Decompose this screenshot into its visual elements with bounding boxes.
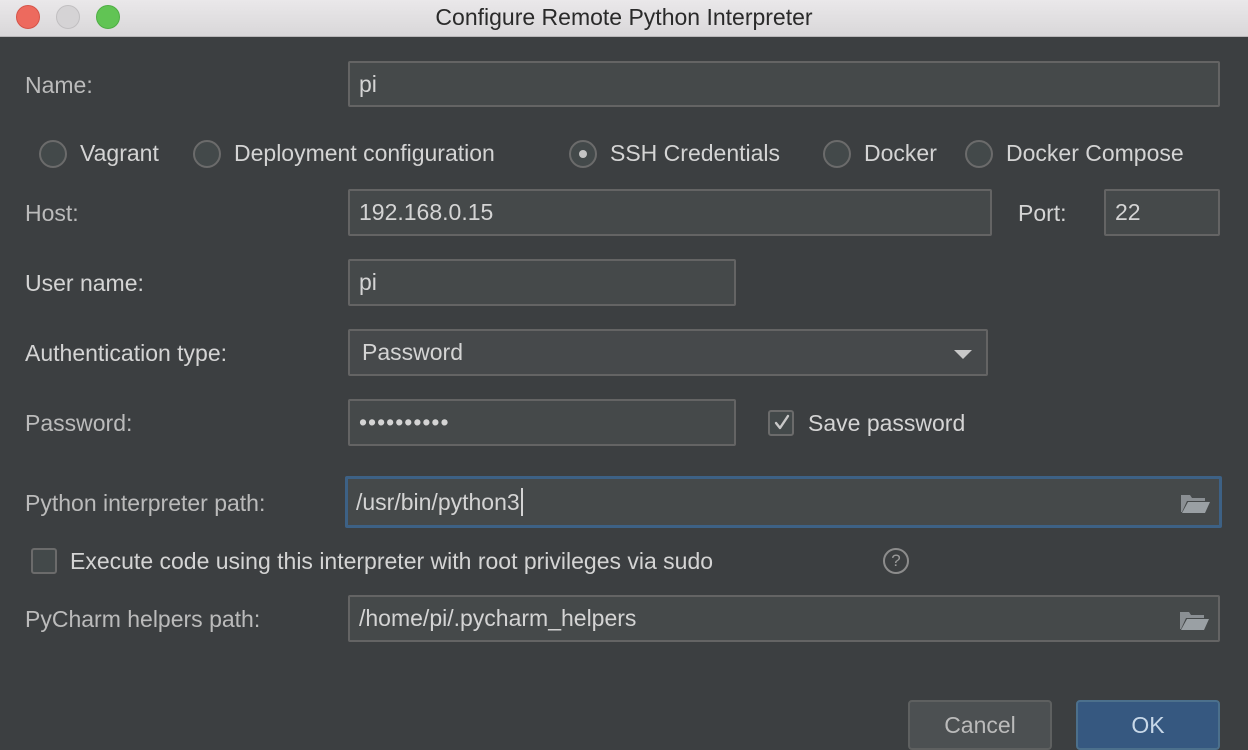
host-value: 192.168.0.15 xyxy=(359,199,494,225)
auth-type-select[interactable]: Password xyxy=(348,329,988,376)
name-input[interactable]: pi xyxy=(348,61,1220,107)
radio-deployment-configuration-label[interactable]: Deployment configuration xyxy=(234,140,495,167)
radio-vagrant[interactable] xyxy=(39,140,67,168)
port-input[interactable]: 22 xyxy=(1104,189,1220,236)
interpreter-path-value: /usr/bin/python3 xyxy=(356,488,520,515)
password-label: Password: xyxy=(25,410,133,436)
chevron-down-icon xyxy=(954,350,972,359)
radio-ssh-credentials[interactable] xyxy=(569,140,597,168)
port-value: 22 xyxy=(1115,199,1141,225)
sudo-checkbox[interactable] xyxy=(31,548,57,574)
text-caret xyxy=(520,488,523,516)
host-label: Host: xyxy=(25,200,79,226)
name-value: pi xyxy=(359,70,377,97)
window-title: Configure Remote Python Interpreter xyxy=(435,4,813,30)
radio-vagrant-label[interactable]: Vagrant xyxy=(80,140,159,167)
radio-deployment-configuration[interactable] xyxy=(193,140,221,168)
interpreter-path-input[interactable]: /usr/bin/python3 xyxy=(345,476,1222,528)
title-bar: Configure Remote Python Interpreter xyxy=(0,0,1248,37)
cancel-button[interactable]: Cancel xyxy=(908,700,1052,750)
radio-selected-dot xyxy=(579,150,587,158)
radio-docker-compose-label[interactable]: Docker Compose xyxy=(1006,140,1184,167)
auth-type-value: Password xyxy=(362,339,463,365)
interpreter-path-label: Python interpreter path: xyxy=(25,490,266,516)
auth-type-label: Authentication type: xyxy=(25,340,228,366)
helpers-path-label: PyCharm helpers path: xyxy=(25,606,261,632)
save-password-label[interactable]: Save password xyxy=(808,410,965,437)
dialog-window: Configure Remote Python Interpreter Name… xyxy=(0,0,1248,750)
sudo-label[interactable]: Execute code using this interpreter with… xyxy=(70,548,713,575)
password-value: •••••••••• xyxy=(359,409,450,435)
ok-button[interactable]: OK xyxy=(1076,700,1220,750)
port-label: Port: xyxy=(1018,200,1067,226)
radio-docker-compose[interactable] xyxy=(965,140,993,168)
user-name-input[interactable]: pi xyxy=(348,259,736,306)
folder-open-icon[interactable] xyxy=(1178,608,1210,632)
folder-open-icon[interactable] xyxy=(1179,491,1211,515)
host-input[interactable]: 192.168.0.15 xyxy=(348,189,992,236)
radio-docker-label[interactable]: Docker xyxy=(864,140,937,167)
password-input[interactable]: •••••••••• xyxy=(348,399,736,446)
name-label: Name: xyxy=(25,72,93,98)
helpers-path-value: /home/pi/.pycharm_helpers xyxy=(359,605,637,631)
save-password-checkbox[interactable] xyxy=(768,410,794,436)
check-icon xyxy=(774,414,790,430)
help-icon[interactable]: ? xyxy=(883,548,909,574)
radio-ssh-credentials-label[interactable]: SSH Credentials xyxy=(610,140,780,167)
helpers-path-input[interactable]: /home/pi/.pycharm_helpers xyxy=(348,595,1220,642)
user-name-value: pi xyxy=(359,269,377,295)
user-name-label: User name: xyxy=(25,270,144,296)
radio-docker[interactable] xyxy=(823,140,851,168)
